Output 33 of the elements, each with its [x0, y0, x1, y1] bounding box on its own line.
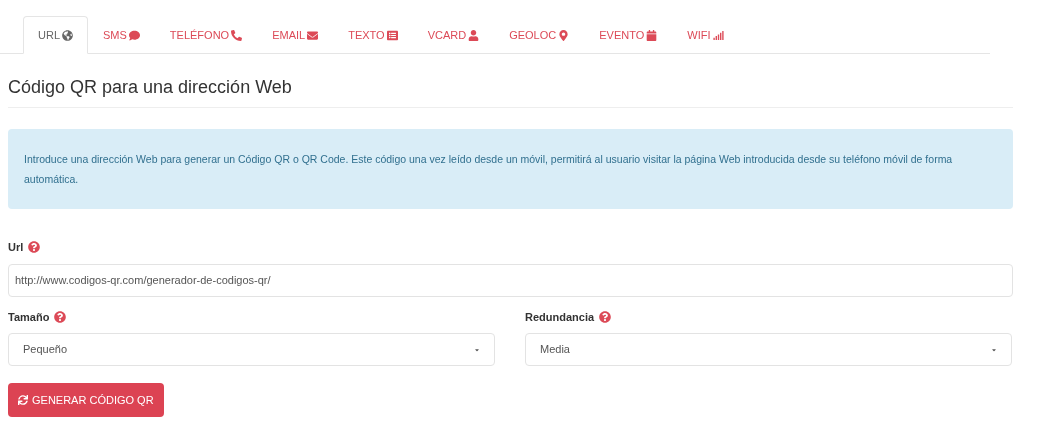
help-icon[interactable] [599, 310, 612, 323]
generate-button[interactable]: GENERAR CÓDIGO QR [8, 383, 164, 417]
select-field[interactable]: Pequeño [8, 333, 495, 366]
caret-icon [474, 346, 480, 353]
tab[interactable]: GEOLOC [494, 16, 585, 54]
refresh-icon [18, 395, 28, 405]
envelope-icon [307, 29, 319, 41]
tab[interactable]: SMS [88, 16, 155, 54]
info-alert: Introduce una dirección Web para generar un Código QR o QR Code. Este código una vez leído desde un móvil, permitirá al usuario visitar la página Web introducida desde su teléfono móvil de forma automática. [8, 129, 1013, 209]
section-heading: Código QR para una dirección Web [8, 74, 1013, 108]
help-icon[interactable] [28, 241, 41, 254]
caret-icon [991, 346, 997, 353]
user-icon [468, 29, 480, 41]
signal-icon [712, 29, 724, 41]
calendar-icon [646, 29, 658, 41]
tab[interactable]: EVENTO [584, 16, 673, 54]
url-field[interactable]: http://www.codigos-qr.com/generador-de-codigos-qr/ [8, 263, 1013, 297]
field-label: Url [8, 240, 24, 255]
tab[interactable]: EMAIL [257, 16, 334, 54]
help-icon[interactable] [54, 310, 67, 323]
tab[interactable]: URL [23, 16, 88, 54]
phone-icon [231, 29, 243, 41]
select-field[interactable]: Media [525, 333, 1012, 366]
tab[interactable]: TELÉFONO [154, 16, 258, 54]
tab[interactable]: TEXTO [333, 16, 413, 54]
globe-icon [62, 29, 73, 41]
field-label: Redundancia [525, 309, 595, 325]
tab[interactable]: WIFI [672, 16, 739, 54]
list-icon [386, 29, 398, 41]
map-pin-icon [558, 29, 570, 41]
field-label: Tamaño [8, 309, 50, 325]
speech-bubble-icon [128, 29, 140, 41]
tab[interactable]: VCARD [412, 16, 495, 54]
